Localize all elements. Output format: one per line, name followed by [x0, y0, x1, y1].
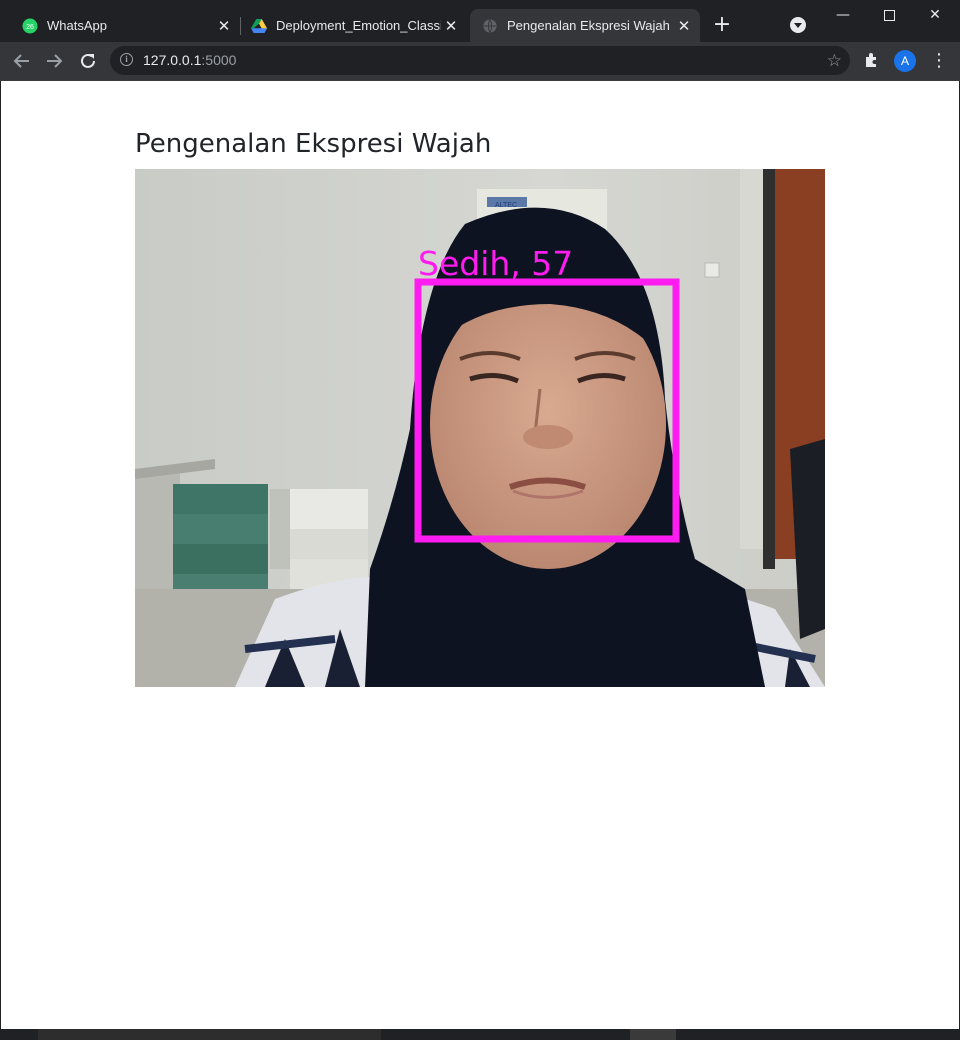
webcam-stream: ALTEC Sedih, 57: [135, 169, 825, 687]
close-tab-icon[interactable]: ✕: [441, 16, 461, 36]
profile-avatar[interactable]: A: [894, 50, 916, 72]
arrow-right-icon: [47, 54, 63, 68]
back-button[interactable]: [10, 49, 34, 73]
forward-button[interactable]: [42, 49, 66, 73]
whatsapp-icon: 26: [22, 18, 38, 34]
page-title: Pengenalan Ekspresi Wajah: [135, 129, 492, 159]
bookmark-star-icon[interactable]: ☆: [827, 51, 842, 71]
webcam-frame-image: ALTEC Sedih, 57: [135, 169, 825, 687]
reload-icon: [81, 53, 95, 68]
page-viewport: Pengenalan Ekspresi Wajah ALTEC Sedih, 5…: [1, 81, 959, 1029]
site-info-icon[interactable]: i: [120, 53, 133, 66]
tab-title: Pengenalan Ekspresi Wajah: [507, 18, 670, 33]
google-drive-icon: [251, 18, 267, 34]
tab-deployment[interactable]: Deployment_Emotion_Classification ✕: [229, 9, 467, 42]
reload-button[interactable]: [76, 49, 100, 73]
detection-label: Sedih, 57: [418, 244, 573, 283]
taskbar-search-area[interactable]: [38, 1029, 381, 1040]
extensions-icon[interactable]: [862, 50, 882, 70]
tab-badge: 26: [26, 24, 34, 31]
arrow-left-icon: [13, 54, 29, 68]
tab-title: WhatsApp: [47, 18, 107, 33]
tab-strip: 26 WhatsApp ✕ Deployment_Emotion_Classif…: [0, 0, 960, 42]
address-bar[interactable]: i 127.0.0.1:5000 ☆: [110, 46, 850, 75]
close-window-button[interactable]: ✕: [912, 0, 958, 30]
tab-whatsapp[interactable]: 26 WhatsApp ✕: [0, 9, 240, 42]
new-tab-button[interactable]: +: [710, 13, 734, 37]
url-host: 127.0.0.1: [143, 52, 202, 68]
url-text[interactable]: 127.0.0.1:5000: [143, 52, 236, 68]
minimize-button[interactable]: —: [820, 0, 866, 30]
close-tab-icon[interactable]: ✕: [674, 16, 694, 36]
os-taskbar: [0, 1029, 960, 1040]
kebab-menu-icon[interactable]: ⋮: [930, 50, 948, 72]
taskbar-active-app[interactable]: [630, 1029, 676, 1040]
globe-icon: [482, 18, 498, 34]
maximize-button[interactable]: [866, 0, 912, 30]
url-port: :5000: [201, 52, 237, 68]
tab-pengenalan[interactable]: Pengenalan Ekspresi Wajah ✕: [470, 9, 700, 42]
browser-toolbar: i 127.0.0.1:5000 ☆: [0, 42, 960, 81]
poster-text: ALTEC: [495, 202, 517, 209]
tab-search-icon[interactable]: [790, 17, 806, 33]
tab-title: Deployment_Emotion_Classification: [276, 18, 441, 33]
